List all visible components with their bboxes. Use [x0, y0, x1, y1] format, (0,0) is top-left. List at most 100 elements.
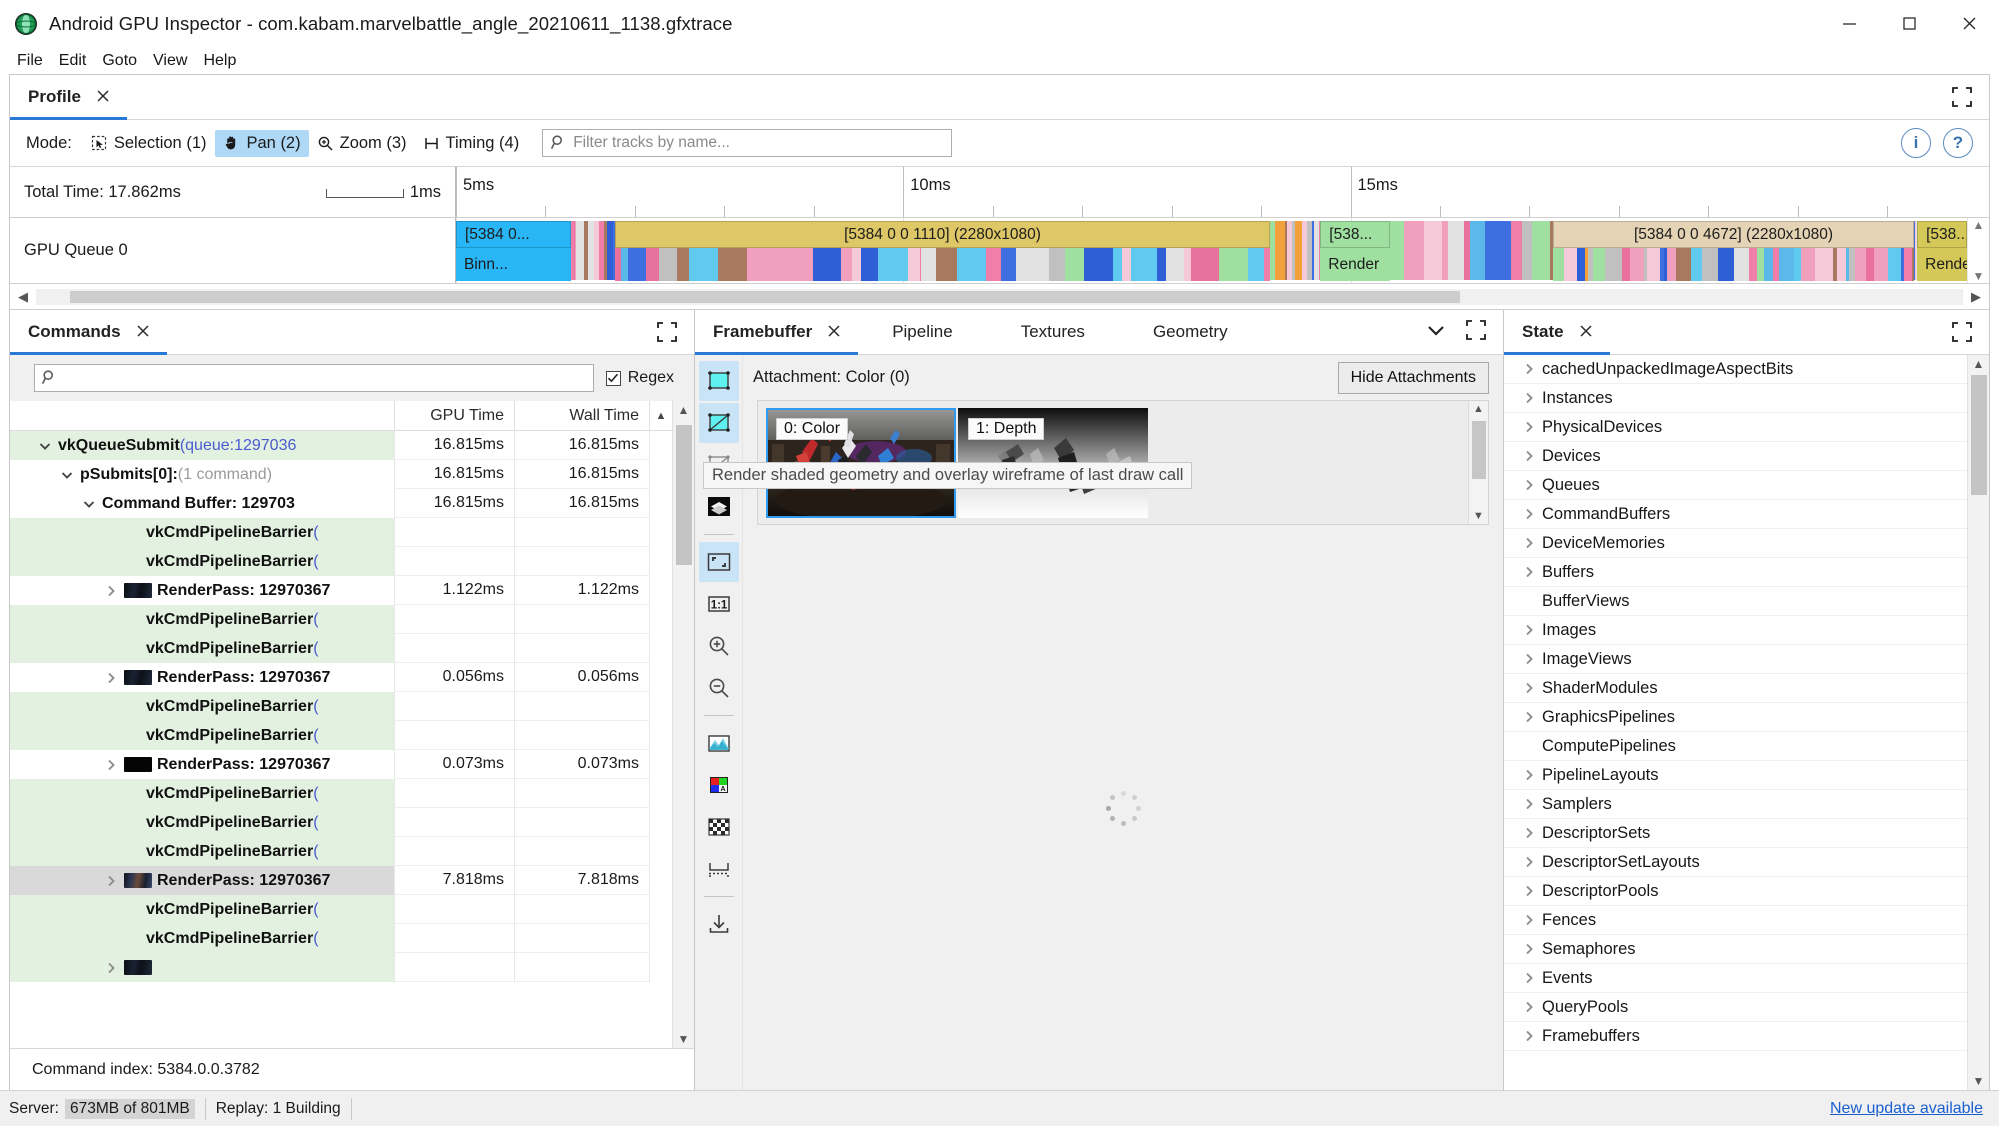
tab-profile[interactable]: Profile: [10, 75, 127, 120]
state-tree-item[interactable]: DeviceMemories: [1504, 529, 1967, 558]
table-row[interactable]: [10, 953, 672, 982]
timeline-block[interactable]: [538...: [1320, 221, 1390, 248]
table-row[interactable]: vkCmdPipelineBarrier(: [10, 837, 672, 866]
timeline-block[interactable]: [5384 0 0 4672] (2280x1080): [1552, 221, 1915, 248]
timeline-scroll-right-icon[interactable]: ▶: [1963, 286, 1989, 308]
chevron-right-icon[interactable]: [1516, 942, 1542, 956]
timeline-subblock[interactable]: Render: [1917, 248, 1967, 281]
state-tree-item[interactable]: ShaderModules: [1504, 674, 1967, 703]
color-channels-icon[interactable]: A: [699, 765, 739, 805]
chevron-down-icon[interactable]: [1425, 319, 1447, 346]
tab-commands-close-icon[interactable]: [135, 323, 151, 342]
table-row[interactable]: vkCmdPipelineBarrier(: [10, 924, 672, 953]
timeline-block[interactable]: [5384 0 0 1110] (2280x1080): [614, 221, 1271, 248]
render-overdraw-icon[interactable]: [699, 487, 739, 527]
tab-profile-close-icon[interactable]: [95, 88, 111, 107]
zoom-out-icon[interactable]: [699, 668, 739, 708]
filter-tracks-input[interactable]: [542, 129, 953, 157]
col-header-gpu-time[interactable]: GPU Time: [395, 401, 515, 430]
chevron-down-icon[interactable]: [54, 468, 80, 482]
chevron-right-icon[interactable]: [1516, 420, 1542, 434]
chevron-right-icon[interactable]: [98, 961, 124, 975]
state-tree-item[interactable]: ImageViews: [1504, 645, 1967, 674]
timeline-scroll-down-icon[interactable]: ▼: [1973, 269, 1985, 283]
state-tree-item[interactable]: DescriptorSetLayouts: [1504, 848, 1967, 877]
chevron-right-icon[interactable]: [1516, 971, 1542, 985]
table-row[interactable]: Command Buffer: 129703 16.815ms 16.815ms: [10, 489, 672, 518]
maximize-profile-icon[interactable]: [1935, 75, 1989, 119]
new-update-link[interactable]: New update available: [1830, 1100, 1983, 1118]
chevron-right-icon[interactable]: [1516, 1029, 1542, 1043]
close-button[interactable]: [1939, 0, 1999, 47]
chevron-right-icon[interactable]: [1516, 478, 1542, 492]
state-tree-item[interactable]: CommandBuffers: [1504, 500, 1967, 529]
flip-vertically-icon[interactable]: [699, 849, 739, 889]
timeline-scroll-left-icon[interactable]: ◀: [10, 286, 36, 308]
table-row[interactable]: RenderPass: 12970367 1.122ms 1.122ms: [10, 576, 672, 605]
chevron-right-icon[interactable]: [1516, 768, 1542, 782]
menu-view[interactable]: View: [145, 50, 195, 72]
state-tree-item[interactable]: PhysicalDevices: [1504, 413, 1967, 442]
attachment-strip-scrollbar[interactable]: ▲ ▼: [1468, 401, 1488, 524]
chevron-right-icon[interactable]: [1516, 362, 1542, 376]
mode-selection-button[interactable]: Selection (1): [83, 130, 215, 157]
zoom-fit-icon[interactable]: [698, 542, 739, 582]
help-icon[interactable]: ?: [1943, 128, 1973, 158]
chevron-right-icon[interactable]: [98, 671, 124, 685]
table-row[interactable]: vkCmdPipelineBarrier(: [10, 547, 672, 576]
chevron-right-icon[interactable]: [1516, 536, 1542, 550]
maximize-state-icon[interactable]: [1935, 310, 1989, 354]
framebuffer-canvas[interactable]: [743, 525, 1503, 1090]
table-row[interactable]: vkCmdPipelineBarrier(: [10, 605, 672, 634]
tab-state[interactable]: State: [1504, 310, 1610, 355]
maximize-framebuffer-icon[interactable]: [1465, 319, 1487, 346]
state-tree-item[interactable]: Queues: [1504, 471, 1967, 500]
state-tree-item[interactable]: Fences: [1504, 906, 1967, 935]
table-row[interactable]: vkCmdPipelineBarrier(: [10, 721, 672, 750]
state-tree-item[interactable]: BufferViews: [1504, 587, 1967, 616]
mode-zoom-button[interactable]: Zoom (3): [309, 130, 415, 157]
timeline-subblock[interactable]: Binn...: [456, 248, 571, 281]
chevron-right-icon[interactable]: [1516, 884, 1542, 898]
timeline-block[interactable]: [538...: [1917, 221, 1967, 248]
commands-scroll-down-icon[interactable]: ▼: [673, 1030, 694, 1048]
state-scroll-thumb[interactable]: [1971, 375, 1987, 495]
table-row[interactable]: pSubmits[0]: (1 command) 16.815ms 16.815ms: [10, 460, 672, 489]
minimize-button[interactable]: [1819, 0, 1879, 47]
table-row[interactable]: vkCmdPipelineBarrier(: [10, 518, 672, 547]
table-row[interactable]: RenderPass: 12970367 0.073ms 0.073ms: [10, 750, 672, 779]
zoom-in-icon[interactable]: [699, 626, 739, 666]
table-row[interactable]: vkCmdPipelineBarrier(: [10, 895, 672, 924]
timeline-horizontal-scrollbar[interactable]: ◀ ▶: [10, 284, 1989, 310]
table-row[interactable]: vkCmdPipelineBarrier(: [10, 692, 672, 721]
commands-vertical-scrollbar[interactable]: ▲ ▼: [672, 401, 694, 1048]
table-row[interactable]: vkCmdPipelineBarrier(: [10, 808, 672, 837]
state-tree-item[interactable]: QueryPools: [1504, 993, 1967, 1022]
tab-textures[interactable]: Textures: [987, 310, 1119, 354]
table-row[interactable]: RenderPass: 12970367 7.818ms 7.818ms: [10, 866, 672, 895]
zoom-actual-icon[interactable]: 1:1: [699, 584, 739, 624]
chevron-right-icon[interactable]: [1516, 565, 1542, 579]
menu-file[interactable]: File: [9, 50, 51, 72]
state-tree-item[interactable]: DescriptorSets: [1504, 819, 1967, 848]
chevron-right-icon[interactable]: [1516, 652, 1542, 666]
commands-search-input[interactable]: [34, 364, 594, 392]
state-tree-item[interactable]: PipelineLayouts: [1504, 761, 1967, 790]
table-row[interactable]: RenderPass: 12970367 0.056ms 0.056ms: [10, 663, 672, 692]
commands-scroll-thumb[interactable]: [676, 425, 692, 565]
chevron-right-icon[interactable]: [1516, 681, 1542, 695]
timeline-subblock[interactable]: Render: [1320, 248, 1390, 281]
render-shaded-icon[interactable]: [698, 361, 739, 401]
attachment-scroll-down-icon[interactable]: ▼: [1469, 508, 1488, 524]
chevron-right-icon[interactable]: [1516, 1000, 1542, 1014]
menu-edit[interactable]: Edit: [51, 50, 95, 72]
tab-state-close-icon[interactable]: [1578, 323, 1594, 342]
attachment-scroll-up-icon[interactable]: ▲: [1469, 401, 1488, 417]
col-sort-indicator-icon[interactable]: ▲: [650, 401, 672, 430]
chevron-right-icon[interactable]: [1516, 826, 1542, 840]
state-tree-item[interactable]: Semaphores: [1504, 935, 1967, 964]
regex-checkbox[interactable]: [605, 370, 621, 386]
save-image-icon[interactable]: [699, 904, 739, 944]
checkerboard-background-icon[interactable]: [699, 807, 739, 847]
timeline-hscroll-thumb[interactable]: [70, 290, 1460, 303]
